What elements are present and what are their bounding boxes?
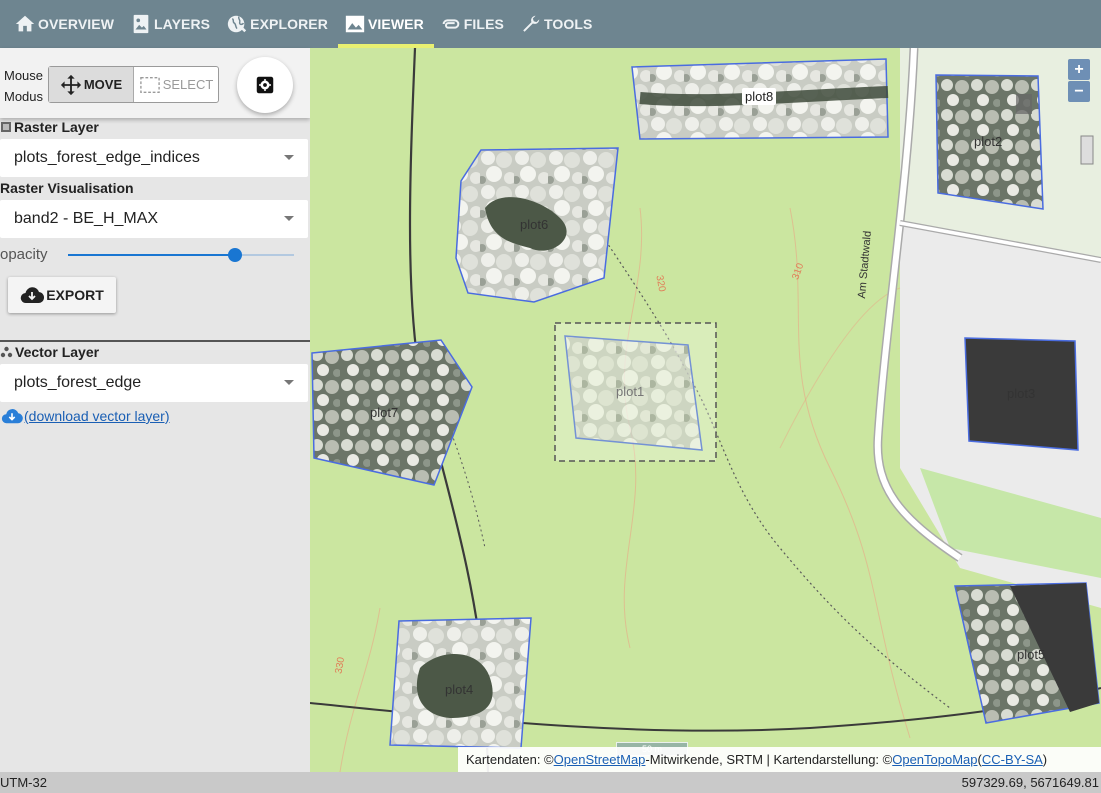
image-icon: [345, 15, 365, 33]
tab-viewer[interactable]: VIEWER: [337, 0, 434, 48]
mouse-mode-label-line1: Mouse: [4, 68, 44, 83]
select-mode-label: SELECT: [162, 77, 214, 92]
opentopomap-link[interactable]: OpenTopoMap: [892, 752, 977, 767]
mouse-mode-toggle: MOVE SELECT: [48, 66, 219, 103]
tab-overview-label: OVERVIEW: [38, 16, 115, 32]
tab-files[interactable]: FILES: [434, 0, 514, 48]
plot2-label: plot2: [974, 134, 1003, 149]
attribution-middle: -Mitwirkende, SRTM | Kartendarstellung: …: [645, 752, 893, 767]
vector-layer-heading-text: Vector Layer: [15, 344, 100, 360]
map-attribution: Kartendaten: © OpenStreetMap -Mitwirkend…: [458, 747, 1101, 772]
raster-visualisation-select-value: band2 - BE_H_MAX: [14, 210, 159, 227]
tab-layers[interactable]: LAYERS: [124, 0, 220, 48]
plot6-label: plot6: [520, 217, 549, 232]
opacity-label: opacity: [0, 246, 48, 263]
raster-layer-select[interactable]: plots_forest_edge_indices: [0, 139, 308, 177]
settings-icon: [256, 76, 274, 94]
tab-files-label: FILES: [463, 16, 504, 32]
plot4-label: plot4: [445, 682, 474, 697]
tab-overview[interactable]: OVERVIEW: [8, 0, 124, 48]
raster-visualisation-select[interactable]: band2 - BE_H_MAX: [0, 200, 308, 238]
section-divider: [0, 340, 310, 342]
layers-icon: [133, 14, 149, 34]
map-view[interactable]: plot8 plot2 plot6 plot7 plot1 plot3 plot…: [310, 48, 1101, 772]
select-box-icon: [139, 76, 160, 93]
vector-layer-select[interactable]: plots_forest_edge: [0, 364, 308, 402]
export-button[interactable]: EXPORT: [8, 277, 116, 313]
layer-panel: Mouse Modus MOVE SELECT Raster Layer plo…: [0, 48, 310, 772]
chevron-down-icon: [284, 380, 294, 385]
vector-layer-heading: Vector Layer: [0, 344, 99, 360]
zoom-in-button[interactable]: +: [1068, 59, 1090, 80]
plot3-label: plot3: [1007, 386, 1036, 401]
home-icon: [15, 15, 35, 32]
vector-layer-select-value: plots_forest_edge: [14, 374, 142, 391]
top-navigation: OVERVIEW LAYERS EXPLORER VIEWER FILES TO…: [0, 0, 1101, 48]
plot5-label: plot5: [1017, 647, 1046, 662]
globe-icon: [227, 15, 247, 33]
opacity-slider-fill: [68, 254, 236, 256]
openstreetmap-link[interactable]: OpenStreetMap: [554, 752, 646, 767]
move-arrows-icon: [60, 74, 81, 95]
zoom-controls: + −: [1068, 59, 1090, 103]
download-vector-layer-text: (download vector layer): [24, 408, 170, 424]
raster-visualisation-heading-text: Raster Visualisation: [0, 180, 134, 196]
mouse-mode-bar: Mouse Modus MOVE SELECT: [0, 48, 310, 118]
mouse-mode-label-line2: Modus: [4, 89, 44, 104]
link-icon: [442, 19, 460, 29]
attribution-close-paren: ): [1042, 752, 1048, 767]
export-label: EXPORT: [46, 287, 104, 303]
select-mode-button[interactable]: SELECT: [134, 67, 218, 102]
mouse-mode-label: Mouse Modus: [4, 65, 43, 107]
move-mode-label: MOVE: [83, 77, 123, 92]
tab-explorer-label: EXPLORER: [250, 16, 328, 32]
plot7-label: plot7: [370, 405, 399, 420]
tab-layers-label: LAYERS: [154, 16, 211, 32]
cursor-coordinates: 597329.69, 5671649.81: [961, 775, 1099, 790]
vector-layer-icon: [0, 346, 13, 358]
building-icon: [1080, 135, 1094, 165]
plot1-label: plot1: [616, 384, 645, 399]
plot8-label: plot8: [742, 88, 777, 105]
settings-button[interactable]: [237, 57, 293, 113]
chevron-down-icon: [284, 155, 294, 160]
move-mode-button[interactable]: MOVE: [49, 67, 134, 102]
status-bar: UTM-32 597329.69, 5671649.81: [0, 772, 1101, 793]
cloud-download-icon: [1, 409, 23, 424]
tab-viewer-label: VIEWER: [367, 16, 424, 32]
license-link[interactable]: CC-BY-SA: [982, 752, 1043, 767]
raster-layer-select-value: plots_forest_edge_indices: [14, 149, 200, 166]
download-vector-layer-link[interactable]: (download vector layer): [0, 407, 170, 425]
raster-layer-icon: [1, 122, 11, 132]
zoom-out-button[interactable]: −: [1068, 81, 1090, 102]
building-icon: [1016, 94, 1032, 114]
raster-layer-heading-text: Raster Layer: [14, 119, 99, 135]
opacity-slider[interactable]: [68, 246, 294, 264]
crs-label: UTM-32: [0, 775, 47, 790]
map-canvas: [310, 48, 1101, 772]
tab-tools[interactable]: TOOLS: [514, 0, 602, 48]
tab-explorer[interactable]: EXPLORER: [220, 0, 338, 48]
wrench-icon: [523, 15, 540, 32]
attribution-prefix: Kartendaten: ©: [466, 752, 554, 767]
raster-layer-heading: Raster Layer: [0, 119, 99, 135]
raster-visualisation-heading: Raster Visualisation: [0, 180, 134, 196]
tab-tools-label: TOOLS: [543, 16, 593, 32]
opacity-slider-thumb[interactable]: [228, 248, 243, 262]
chevron-down-icon: [284, 216, 294, 221]
cloud-download-icon: [20, 287, 45, 304]
